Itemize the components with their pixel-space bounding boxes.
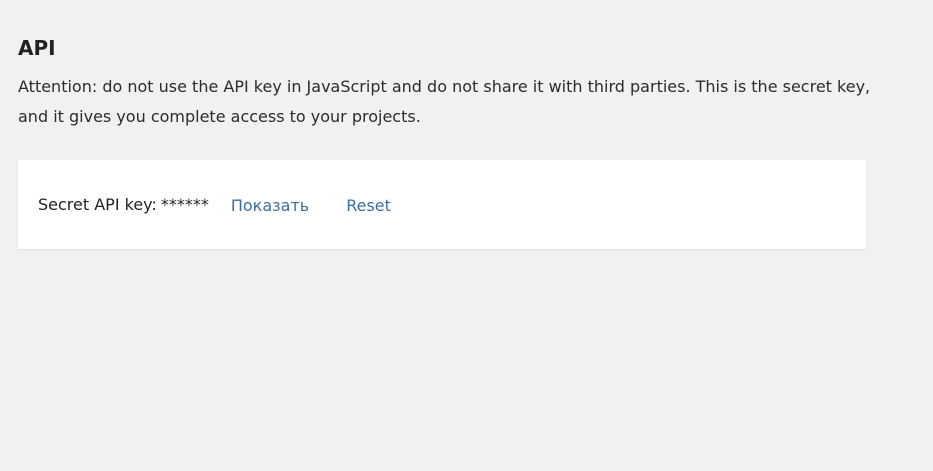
api-key-card: Secret API key: ****** Показать Reset	[18, 160, 866, 249]
page-title: API	[18, 36, 56, 60]
show-key-link[interactable]: Показать	[231, 196, 309, 215]
api-key-masked-value: ******	[160, 195, 209, 214]
api-key-warning: Attention: do not use the API key in Jav…	[18, 77, 871, 126]
api-key-row: Secret API key: ****** Показать Reset	[18, 195, 391, 215]
api-settings-page: API Attention: do not use the API key in…	[18, 34, 870, 249]
reset-key-link[interactable]: Reset	[346, 196, 391, 215]
api-key-label: Secret API key:	[38, 195, 157, 214]
